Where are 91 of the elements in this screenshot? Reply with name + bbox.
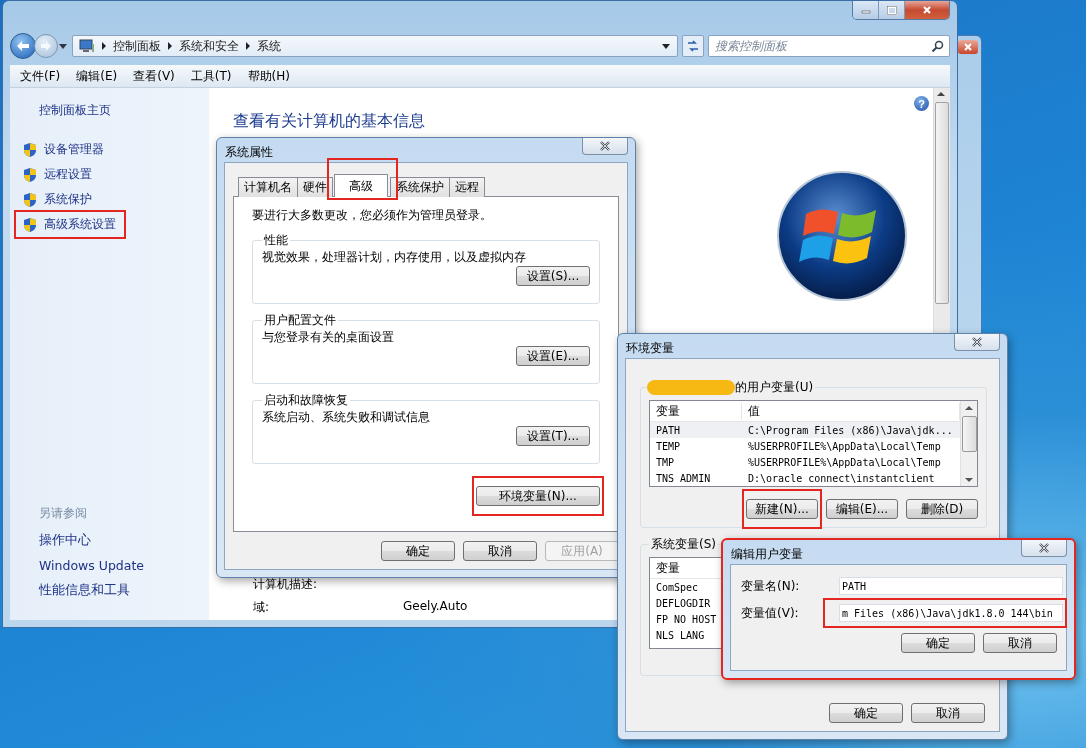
dialog-button[interactable]: 取消: [983, 633, 1057, 653]
sidebar-link[interactable]: 操作中心: [39, 532, 91, 549]
close-button[interactable]: [958, 40, 978, 54]
field-value: Geely.Auto: [403, 599, 468, 615]
maximize-icon: [886, 5, 897, 15]
sidebar-link[interactable]: 控制面板主页: [39, 102, 111, 119]
input-field[interactable]: m Files (x86)\Java\jdk1.8.0_144\bin: [839, 604, 1063, 622]
input-field[interactable]: PATH: [839, 577, 1063, 595]
triangle-icon: [101, 42, 107, 50]
sidebar-link[interactable]: 高级系统设置: [18, 214, 120, 235]
notice-text: 要进行大多数更改，您必须作为管理员登录。: [252, 207, 493, 224]
column-header: 变量: [650, 402, 742, 420]
triangle-icon: [167, 42, 173, 50]
breadcrumb-item[interactable]: 系统和安全: [179, 37, 239, 55]
close-button[interactable]: [954, 334, 1000, 351]
search-field[interactable]: 搜索控制面板: [708, 35, 950, 57]
caret-icon[interactable]: [661, 42, 671, 50]
left-arrow-icon: [16, 40, 30, 52]
settings-button[interactable]: 设置(T)...: [516, 426, 590, 446]
refresh-button[interactable]: [682, 35, 704, 57]
list-row[interactable]: TEMP %USERPROFILE%\AppData\Local\Temp: [650, 438, 960, 454]
dialog-button[interactable]: 取消: [911, 703, 985, 723]
field-label: 计算机描述:: [253, 576, 318, 593]
settings-button[interactable]: 设置(S)...: [516, 266, 590, 286]
menu-item[interactable]: 工具(T): [184, 65, 238, 87]
menu-item[interactable]: 查看(V): [127, 65, 181, 87]
tab[interactable]: 远程: [449, 177, 485, 197]
right-arrow-icon: [40, 41, 52, 51]
scrollbar[interactable]: [960, 401, 977, 486]
group-description: 与您登录有关的桌面设置: [262, 329, 395, 346]
dialog-title: 系统属性: [224, 144, 273, 161]
scroll-thumb[interactable]: [935, 102, 949, 304]
list-row[interactable]: TNS_ADMIN D:\oracle_connect\instantclient: [650, 470, 960, 486]
back-button[interactable]: [10, 33, 36, 59]
field-label: 域:: [253, 599, 270, 616]
list-button[interactable]: 删除(D): [906, 499, 978, 519]
close-button[interactable]: [905, 1, 949, 19]
close-button[interactable]: [1021, 540, 1067, 557]
tab[interactable]: 硬件: [297, 177, 333, 197]
tab[interactable]: 计算机名: [238, 177, 298, 197]
close-icon: [921, 5, 933, 15]
close-icon: [1036, 541, 1052, 555]
menu-item[interactable]: 编辑(E): [70, 65, 124, 87]
tab[interactable]: 高级: [334, 174, 388, 197]
shield-icon: [22, 191, 38, 208]
sidebar-link[interactable]: Windows Update: [39, 558, 145, 573]
menu-item[interactable]: 文件(F): [14, 65, 67, 87]
page-heading: 查看有关计算机的基本信息: [233, 111, 425, 132]
close-icon: [962, 42, 974, 52]
shield-icon: [22, 166, 38, 183]
group-description: 视觉效果，处理器计划，内存使用，以及虚拟内存: [262, 249, 527, 266]
sidebar-link[interactable]: 系统保护: [18, 189, 96, 210]
shield-icon: [22, 216, 38, 233]
close-button[interactable]: [582, 138, 628, 155]
group-title: 系统变量(S): [650, 536, 717, 553]
triangle-icon: [245, 42, 251, 50]
group-title: 启动和故障恢复: [263, 392, 349, 409]
list-row[interactable]: TMP %USERPROFILE%\AppData\Local\Temp: [650, 454, 960, 470]
close-icon: [969, 335, 985, 349]
sidebar-link[interactable]: 性能信息和工具: [39, 582, 130, 599]
computer-icon: [79, 39, 95, 53]
section-heading: 另请参阅: [39, 505, 88, 522]
caret-icon[interactable]: [58, 42, 68, 50]
list-button[interactable]: 新建(N)...: [746, 499, 818, 519]
sidebar-link[interactable]: 设备管理器: [18, 139, 108, 160]
breadcrumb-item[interactable]: 系统: [257, 37, 281, 55]
group-title: 性能: [263, 232, 289, 249]
list-row[interactable]: PATH C:\Program Files (x86)\Java\jdk...: [650, 422, 960, 438]
group-title: 的用户变量(U): [735, 379, 814, 396]
maximize-button[interactable]: [879, 1, 905, 19]
list-button[interactable]: 编辑(E)...: [826, 499, 898, 519]
shield-icon: [22, 141, 38, 158]
dialog-button[interactable]: 确定: [901, 633, 975, 653]
dialog-button[interactable]: 取消: [463, 541, 537, 561]
address-bar[interactable]: 控制面板 系统和安全 系统: [72, 35, 678, 57]
variable-list[interactable]: 变量 值 PATH C:\Program Files (x86)\Java\jdk... TEMP %USERPROFILE%\AppData\Local\Temp TMP %USERPROFILE%\AppData\Local\Temp TNS_ADMIN D:\oracle_connect\instantclient: [649, 400, 978, 487]
environment-variables-button[interactable]: 环境变量(N)...: [476, 486, 600, 506]
settings-button[interactable]: 设置(E)...: [516, 346, 590, 366]
scroll-thumb[interactable]: [961, 416, 977, 452]
close-icon: [597, 139, 613, 153]
group-title: 用户配置文件: [263, 312, 337, 329]
dialog-title: 环境变量: [625, 340, 674, 357]
dialog-button[interactable]: 确定: [381, 541, 455, 561]
refresh-icon: [686, 40, 700, 52]
menu-item[interactable]: 帮助(H): [241, 65, 296, 87]
sidebar-link[interactable]: 远程设置: [18, 164, 96, 185]
group-description: 系统启动、系统失败和调试信息: [262, 409, 431, 426]
breadcrumb-item[interactable]: 控制面板: [113, 37, 161, 55]
field-label: 变量名(N):: [741, 577, 801, 595]
field-label: 变量值(V):: [741, 604, 800, 622]
dialog-button[interactable]: 确定: [829, 703, 903, 723]
